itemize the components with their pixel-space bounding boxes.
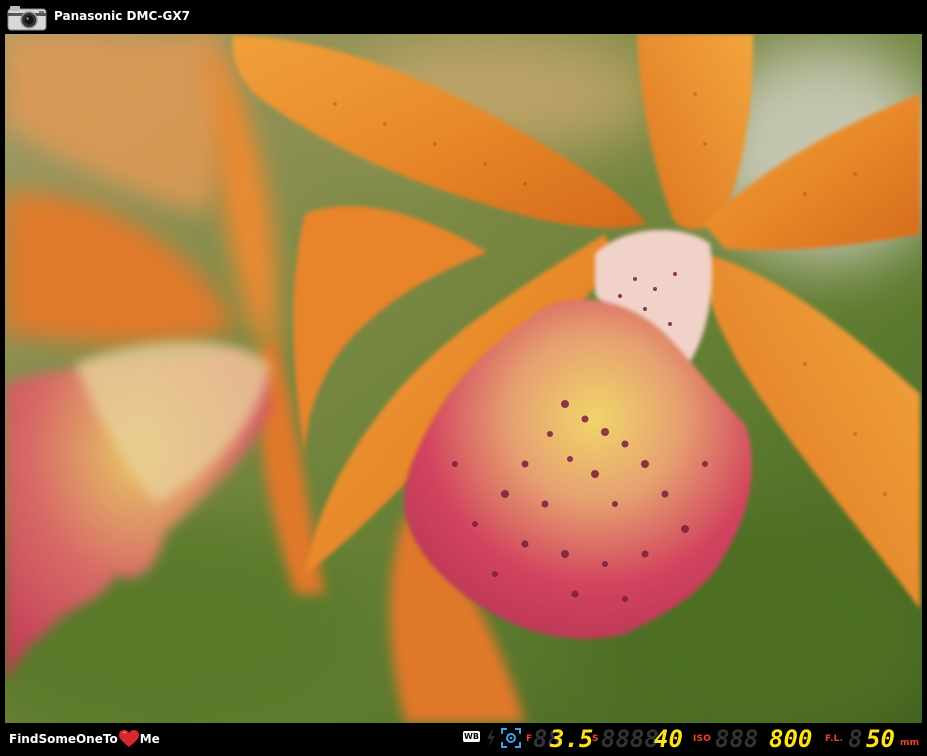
focal-length-label: F.L. — [825, 734, 844, 744]
metering-icon — [501, 728, 521, 748]
focal-length-value: 50 — [866, 725, 895, 753]
heart-icon — [118, 730, 139, 747]
aperture-label: F — [526, 734, 533, 744]
iso-readout: 888 — [715, 723, 758, 756]
iso-label: ISO — [693, 734, 712, 744]
shutter-readout: 8888 — [601, 723, 659, 756]
orchid-photo — [5, 34, 922, 723]
iso-value: 800 — [769, 725, 813, 753]
brand-text-left: FindSomeOneTo — [9, 732, 118, 746]
flash-icon — [487, 729, 495, 747]
shutter-value: 40 — [654, 725, 683, 753]
aperture-value: 3.5 — [550, 725, 594, 753]
white-balance-icon: WB — [463, 731, 480, 742]
focal-length-readout: 8 — [848, 723, 862, 756]
camera-icon — [7, 6, 47, 31]
camera-model-title: Panasonic DMC-GX7 — [54, 9, 190, 23]
brand-text-right: Me — [139, 732, 160, 746]
iso-value-wrap: 800 — [769, 723, 812, 756]
focal-length-ghost: 8 — [848, 725, 863, 753]
brand-logo[interactable]: FindSomeOneTo Me — [9, 730, 160, 748]
bottom-bar: FindSomeOneTo Me WB F 88 3.5 S 8888 40 I… — [0, 723, 927, 756]
shutter-ghost: 8888 — [601, 725, 659, 753]
shutter-value-wrap: 40 — [654, 723, 683, 756]
shutter-label: S — [592, 734, 599, 744]
focal-length-value-wrap: 50 — [866, 723, 895, 756]
focal-length-unit: mm — [900, 738, 920, 748]
aperture-value-wrap: 3.5 — [550, 723, 593, 756]
top-bar: Panasonic DMC-GX7 — [0, 0, 927, 34]
iso-ghost: 888 — [715, 725, 759, 753]
